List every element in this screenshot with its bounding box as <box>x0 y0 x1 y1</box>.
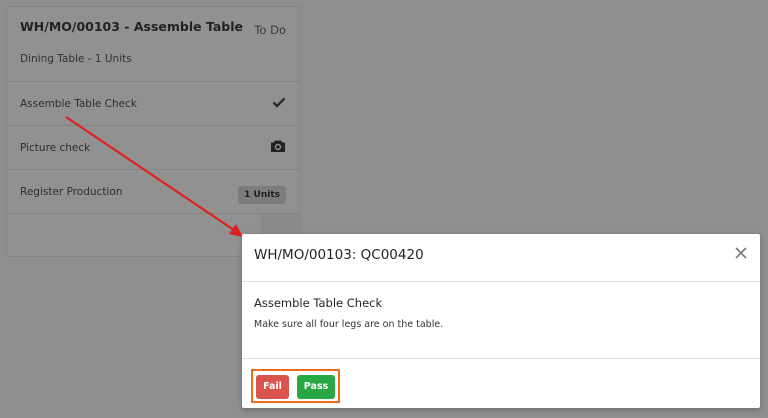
close-icon[interactable] <box>732 244 750 262</box>
check-description: Make sure all four legs are on the table… <box>254 319 444 330</box>
dialog-header: WH/MO/00103: QC00420 <box>242 234 760 282</box>
dialog-footer: Fail Pass <box>242 359 760 409</box>
dialog-body: Assemble Table Check Make sure all four … <box>242 282 760 359</box>
dialog-title: WH/MO/00103: QC00420 <box>254 247 424 263</box>
highlight-box: Fail Pass <box>251 369 340 403</box>
page: WH/MO/00103 - Assemble Table To Do Dinin… <box>0 0 768 418</box>
quality-check-dialog: WH/MO/00103: QC00420 Assemble Table Chec… <box>242 234 760 408</box>
check-title: Assemble Table Check <box>254 296 383 310</box>
fail-button[interactable]: Fail <box>256 375 289 399</box>
pass-button[interactable]: Pass <box>297 375 335 399</box>
